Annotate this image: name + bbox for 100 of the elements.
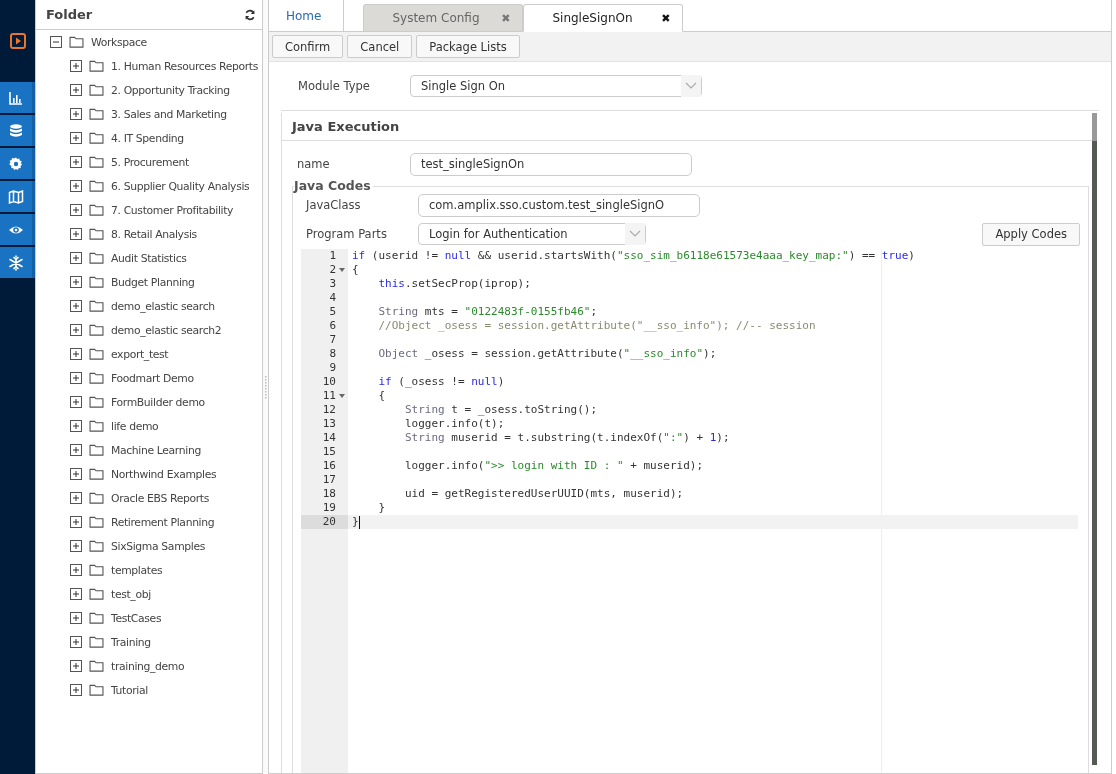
expand-icon[interactable] <box>70 84 82 96</box>
map-icon[interactable] <box>0 181 35 212</box>
tree-item[interactable]: 6. Supplier Quality Analysis <box>111 179 250 193</box>
play-icon[interactable] <box>9 33 26 49</box>
expand-icon[interactable] <box>70 156 82 168</box>
tree-item[interactable]: training_demo <box>111 659 185 673</box>
code-line: uid = getRegisteredUserUUID(mts, muserid); <box>403 487 684 501</box>
expand-icon[interactable] <box>70 492 82 504</box>
tree-item[interactable]: Budget Planning <box>111 275 195 289</box>
expand-icon[interactable] <box>70 444 82 456</box>
tree-item[interactable]: 5. Procurement <box>111 155 189 169</box>
expand-icon[interactable] <box>70 204 82 216</box>
tree-item[interactable]: SixSigma Samples <box>111 539 206 553</box>
expand-icon[interactable] <box>70 612 82 624</box>
java-class-field[interactable]: com.amplix.sso.custom.test_singleSignO <box>418 193 700 217</box>
tree-item[interactable]: Training <box>111 635 151 649</box>
apply-codes-button[interactable]: Apply Codes <box>982 222 1080 246</box>
toolbar-button[interactable]: Cancel <box>347 35 413 58</box>
tree-item[interactable]: Oracle EBS Reports <box>111 491 209 505</box>
expand-icon[interactable] <box>70 636 82 648</box>
folder-icon <box>89 612 104 624</box>
expand-icon[interactable] <box>70 108 82 120</box>
tree-item[interactable]: TestCases <box>111 611 162 625</box>
expand-icon[interactable] <box>70 276 82 288</box>
toolbar-button[interactable]: Package Lists <box>416 35 520 58</box>
line-number: 9 <box>329 361 336 375</box>
expand-icon[interactable] <box>70 348 82 360</box>
chart-icon[interactable] <box>0 82 35 113</box>
expand-icon[interactable] <box>70 468 82 480</box>
tree-item[interactable]: 7. Customer Profitability <box>111 203 234 217</box>
folder-icon <box>89 108 104 120</box>
fieldset-legend: Java Codes <box>294 178 373 193</box>
field-label: Program Parts <box>305 227 388 241</box>
expand-icon[interactable] <box>70 300 82 312</box>
line-number: 7 <box>329 333 336 347</box>
home-tab[interactable]: Home <box>269 0 345 31</box>
tree-item[interactable]: Machine Learning <box>111 443 201 457</box>
collapse-icon[interactable] <box>50 36 62 48</box>
tree-item[interactable]: templates <box>111 563 163 577</box>
tree-item[interactable]: 1. Human Resources Reports <box>111 59 258 73</box>
expand-icon[interactable] <box>70 60 82 72</box>
snowflake-icon[interactable] <box>0 247 35 278</box>
toolbar-button[interactable]: Confirm <box>272 35 344 58</box>
fold-caret-icon[interactable] <box>339 268 345 272</box>
settings-icon[interactable] <box>0 148 35 179</box>
database-icon[interactable] <box>0 115 35 146</box>
expand-icon[interactable] <box>70 228 82 240</box>
tab[interactable]: SingleSignOn ✖ <box>523 4 684 32</box>
tree-item[interactable]: demo_elastic search <box>111 299 215 313</box>
tree-item[interactable]: 3. Sales and Marketing <box>111 107 227 121</box>
expand-icon[interactable] <box>70 372 82 384</box>
line-number: 12 <box>322 403 336 417</box>
expand-icon[interactable] <box>70 660 82 672</box>
line-number: 8 <box>329 347 336 361</box>
folder-icon <box>89 348 104 360</box>
tree-item[interactable]: Foodmart Demo <box>111 371 194 385</box>
folder-icon <box>89 492 104 504</box>
expand-icon[interactable] <box>70 588 82 600</box>
module-type-select[interactable]: Single Sign On <box>410 75 702 97</box>
expand-icon[interactable] <box>70 420 82 432</box>
tab[interactable]: System Config ✖ <box>363 4 524 31</box>
expand-icon[interactable] <box>70 564 82 576</box>
tree-item[interactable]: Audit Statistics <box>111 251 187 265</box>
close-button[interactable]: ✖ <box>661 11 671 25</box>
tree-item[interactable]: test_obj <box>111 587 151 601</box>
tree-item[interactable]: 4. IT Spending <box>111 131 184 145</box>
field-label: JavaClass <box>304 198 362 212</box>
tree-item[interactable]: Tutorial <box>111 683 148 697</box>
folder-icon <box>89 588 104 600</box>
tree-item[interactable]: FormBuilder demo <box>111 395 205 409</box>
expand-icon[interactable] <box>70 324 82 336</box>
fold-caret-icon[interactable] <box>339 394 345 398</box>
folder-icon <box>89 156 104 168</box>
expand-icon[interactable] <box>70 396 82 408</box>
tree-item[interactable]: Northwind Examples <box>111 467 217 481</box>
expand-icon[interactable] <box>70 252 82 264</box>
tree-item[interactable]: 2. Opportunity Tracking <box>111 83 230 97</box>
tree-item[interactable]: 8. Retail Analysis <box>111 227 197 241</box>
expand-icon[interactable] <box>70 684 82 696</box>
tree-item[interactable]: demo_elastic search2 <box>111 323 222 337</box>
expand-icon[interactable] <box>70 540 82 552</box>
scrollbar[interactable] <box>1092 113 1097 765</box>
tree-item[interactable]: Workspace <box>91 35 147 49</box>
folder-icon <box>89 180 104 192</box>
tree-item[interactable]: export_test <box>111 347 169 361</box>
program-parts-select[interactable]: Login for Authentication <box>418 223 646 245</box>
line-number: 6 <box>329 319 336 333</box>
field-label: name <box>296 157 331 171</box>
panel-title: Folder <box>46 7 93 22</box>
code-line: } <box>377 501 386 515</box>
tree-item[interactable]: Retirement Planning <box>111 515 215 529</box>
expand-icon[interactable] <box>70 132 82 144</box>
expand-icon[interactable] <box>70 516 82 528</box>
eye-icon[interactable] <box>0 214 35 245</box>
tree-item[interactable]: life demo <box>111 419 159 433</box>
splitter-handle[interactable] <box>263 375 268 399</box>
expand-icon[interactable] <box>70 180 82 192</box>
line-number: 11 <box>322 389 336 403</box>
refresh-icon[interactable] <box>244 8 256 21</box>
name-field[interactable]: test_singleSignOn <box>410 152 692 176</box>
